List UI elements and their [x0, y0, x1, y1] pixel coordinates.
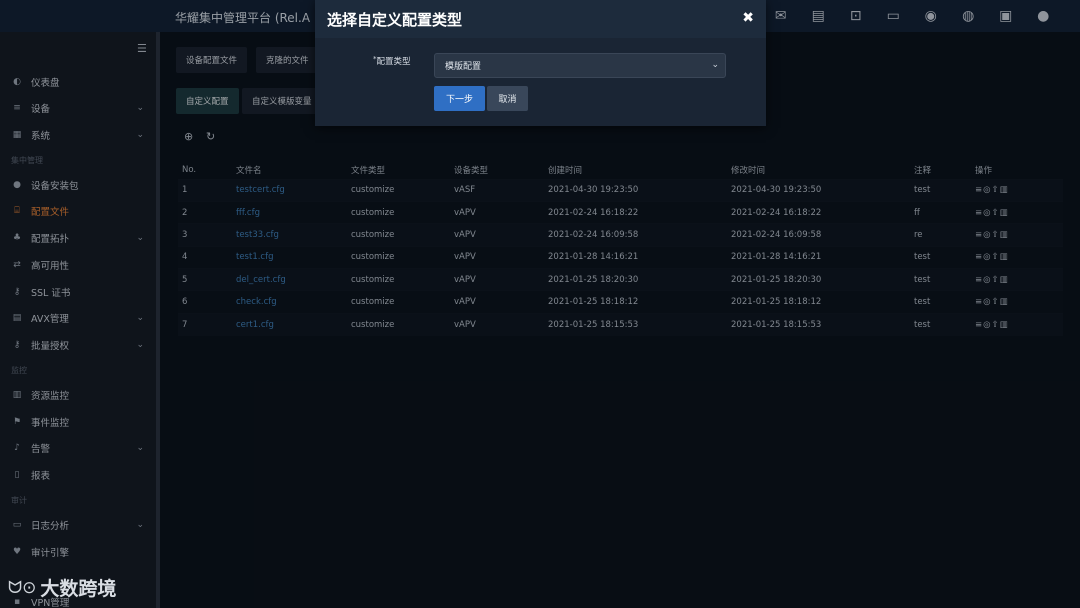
config-type-selected-value: 模版配置: [445, 62, 482, 72]
cancel-button[interactable]: 取消: [487, 86, 528, 111]
dialog-body: *配置类型 模版配置 ⌄ 下一步 取消: [315, 38, 766, 126]
dialog-title: 选择自定义配置类型: [327, 11, 463, 29]
chevron-down-icon: ⌄: [711, 60, 719, 70]
watermark-logo: ᗢ⊙ 大数跨境: [8, 574, 116, 601]
dialog-header: 选择自定义配置类型 ✖: [315, 0, 766, 38]
config-type-label-text: 配置类型: [376, 57, 411, 67]
config-type-select[interactable]: 模版配置 ⌄: [434, 53, 726, 78]
select-config-type-dialog: 选择自定义配置类型 ✖ *配置类型 模版配置 ⌄ 下一步 取消: [315, 0, 766, 126]
watermark-text: 大数跨境: [40, 578, 117, 600]
watermark-logo-icon: ᗢ⊙: [8, 577, 37, 598]
close-icon[interactable]: ✖: [742, 10, 754, 26]
config-type-label: *配置类型: [373, 55, 411, 67]
next-step-button[interactable]: 下一步: [434, 86, 485, 111]
